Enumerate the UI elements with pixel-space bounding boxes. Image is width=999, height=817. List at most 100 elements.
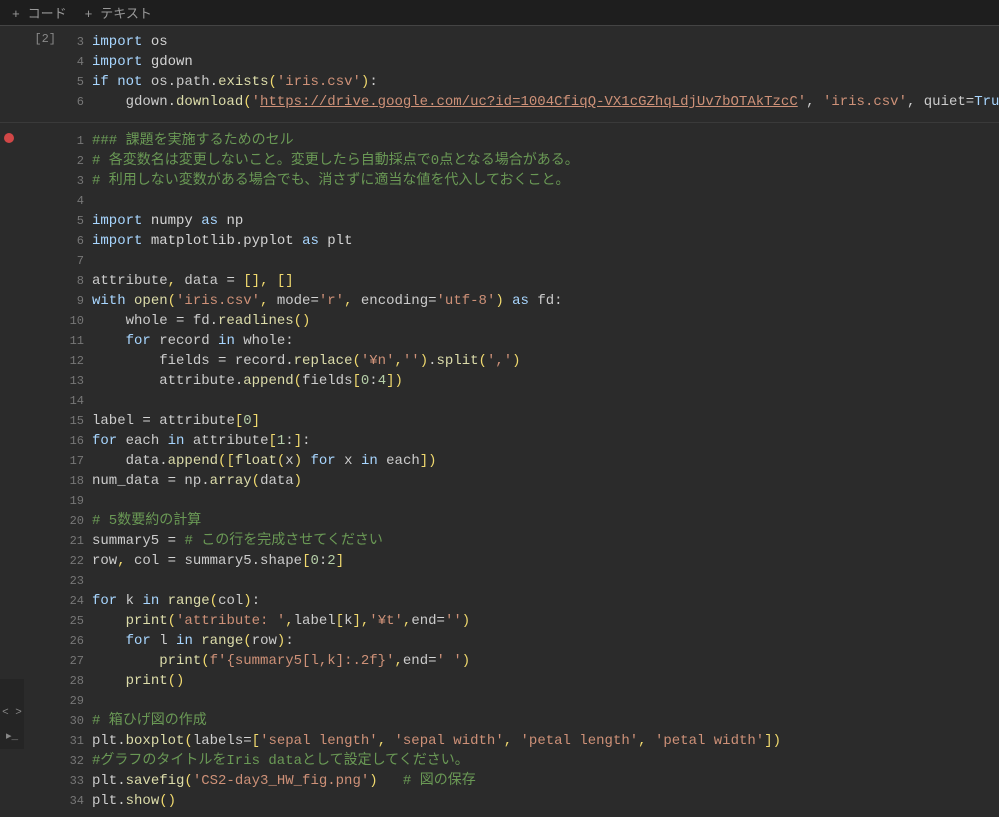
- code-line[interactable]: 14: [66, 391, 999, 411]
- line-number: 7: [66, 251, 92, 271]
- code-content[interactable]: with open('iris.csv', mode='r', encoding…: [92, 291, 999, 311]
- code-line[interactable]: 6import matplotlib.pyplot as plt: [66, 231, 999, 251]
- code-content[interactable]: for each in attribute[1:]:: [92, 431, 999, 451]
- code-content[interactable]: # 各変数名は変更しないこと。変更したら自動採点で0点となる場合がある。: [92, 151, 999, 171]
- code-line[interactable]: 24for k in range(col):: [66, 591, 999, 611]
- line-number: 5: [66, 72, 92, 92]
- code-line[interactable]: 3# 利用しない変数がある場合でも、消さずに適当な値を代入しておくこと。: [66, 171, 999, 191]
- code-content[interactable]: attribute, data = [], []: [92, 271, 999, 291]
- code-line[interactable]: 34plt.show(): [66, 791, 999, 811]
- code-content[interactable]: plt.show(): [92, 791, 999, 811]
- code-content[interactable]: [92, 391, 999, 411]
- code-content[interactable]: [92, 571, 999, 591]
- code-content[interactable]: [92, 491, 999, 511]
- cell-prompt: [2]: [30, 32, 66, 112]
- code-line[interactable]: 25 print('attribute: ',label[k],'¥t',end…: [66, 611, 999, 631]
- code-line[interactable]: 5if not os.path.exists('iris.csv'):: [66, 72, 999, 92]
- code-content[interactable]: attribute.append(fields[0:4]): [92, 371, 999, 391]
- code-content[interactable]: import matplotlib.pyplot as plt: [92, 231, 999, 251]
- code-icon[interactable]: < >: [2, 707, 22, 719]
- line-number: 1: [66, 131, 92, 151]
- code-content[interactable]: fields = record.replace('¥n','').split('…: [92, 351, 999, 371]
- code-cell-2[interactable]: 1### 課題を実施するためのセル2# 各変数名は変更しないこと。変更したら自動…: [0, 122, 999, 817]
- code-content[interactable]: plt.savefig('CS2-day3_HW_fig.png') # 図の保…: [92, 771, 999, 791]
- code-line[interactable]: 9with open('iris.csv', mode='r', encodin…: [66, 291, 999, 311]
- code-content[interactable]: row, col = summary5.shape[0:2]: [92, 551, 999, 571]
- code-line[interactable]: 19: [66, 491, 999, 511]
- code-line[interactable]: 4import gdown: [66, 52, 999, 72]
- code-content[interactable]: if not os.path.exists('iris.csv'):: [92, 72, 999, 92]
- line-number: 10: [66, 311, 92, 331]
- code-content[interactable]: label = attribute[0]: [92, 411, 999, 431]
- code-line[interactable]: 30# 箱ひげ図の作成: [66, 711, 999, 731]
- code-content[interactable]: [92, 191, 999, 211]
- cell-body[interactable]: 3import os4import gdown5if not os.path.e…: [66, 32, 999, 112]
- line-number: 19: [66, 491, 92, 511]
- code-line[interactable]: 10 whole = fd.readlines(): [66, 311, 999, 331]
- line-number: 23: [66, 571, 92, 591]
- line-number: 28: [66, 671, 92, 691]
- code-line[interactable]: 6 gdown.download('https://drive.google.c…: [66, 92, 999, 112]
- code-line[interactable]: 29: [66, 691, 999, 711]
- code-cell-1[interactable]: [2] 3import os4import gdown5if not os.pa…: [0, 26, 999, 118]
- code-content[interactable]: import os: [92, 32, 999, 52]
- line-number: 6: [66, 231, 92, 251]
- code-line[interactable]: 15label = attribute[0]: [66, 411, 999, 431]
- code-line[interactable]: 11 for record in whole:: [66, 331, 999, 351]
- code-content[interactable]: [92, 251, 999, 271]
- code-line[interactable]: 5import numpy as np: [66, 211, 999, 231]
- code-line[interactable]: 16for each in attribute[1:]:: [66, 431, 999, 451]
- code-content[interactable]: for l in range(row):: [92, 631, 999, 651]
- code-line[interactable]: 22row, col = summary5.shape[0:2]: [66, 551, 999, 571]
- code-content[interactable]: print('attribute: ',label[k],'¥t',end=''…: [92, 611, 999, 631]
- code-line[interactable]: 33plt.savefig('CS2-day3_HW_fig.png') # 図…: [66, 771, 999, 791]
- code-content[interactable]: num_data = np.array(data): [92, 471, 999, 491]
- code-content[interactable]: # 利用しない変数がある場合でも、消さずに適当な値を代入しておくこと。: [92, 171, 999, 191]
- code-content[interactable]: summary5 = # この行を完成させてください: [92, 531, 999, 551]
- code-line[interactable]: 21summary5 = # この行を完成させてください: [66, 531, 999, 551]
- code-content[interactable]: #グラフのタイトルをIris dataとして設定してください。: [92, 751, 999, 771]
- code-content[interactable]: # 箱ひげ図の作成: [92, 711, 999, 731]
- code-content[interactable]: print(f'{summary5[l,k]:.2f}',end=' '): [92, 651, 999, 671]
- code-line[interactable]: 7: [66, 251, 999, 271]
- code-content[interactable]: gdown.download('https://drive.google.com…: [92, 92, 999, 112]
- code-line[interactable]: 28 print(): [66, 671, 999, 691]
- code-content[interactable]: # 5数要約の計算: [92, 511, 999, 531]
- code-content[interactable]: data.append([float(x) for x in each]): [92, 451, 999, 471]
- code-line[interactable]: 20# 5数要約の計算: [66, 511, 999, 531]
- code-content[interactable]: whole = fd.readlines(): [92, 311, 999, 331]
- code-line[interactable]: 8attribute, data = [], []: [66, 271, 999, 291]
- code-line[interactable]: 4: [66, 191, 999, 211]
- left-sidebar: < > ▸_: [0, 679, 24, 749]
- cell-body[interactable]: 1### 課題を実施するためのセル2# 各変数名は変更しないこと。変更したら自動…: [66, 131, 999, 811]
- code-line[interactable]: 3import os: [66, 32, 999, 52]
- code-line[interactable]: 13 attribute.append(fields[0:4]): [66, 371, 999, 391]
- code-line[interactable]: 17 data.append([float(x) for x in each]): [66, 451, 999, 471]
- code-line[interactable]: 18num_data = np.array(data): [66, 471, 999, 491]
- line-number: 22: [66, 551, 92, 571]
- code-line[interactable]: 2# 各変数名は変更しないこと。変更したら自動採点で0点となる場合がある。: [66, 151, 999, 171]
- code-line[interactable]: 27 print(f'{summary5[l,k]:.2f}',end=' '): [66, 651, 999, 671]
- code-line[interactable]: 26 for l in range(row):: [66, 631, 999, 651]
- line-number: 18: [66, 471, 92, 491]
- code-content[interactable]: plt.boxplot(labels=['sepal length', 'sep…: [92, 731, 999, 751]
- line-number: 15: [66, 411, 92, 431]
- line-number: 21: [66, 531, 92, 551]
- code-line[interactable]: 32#グラフのタイトルをIris dataとして設定してください。: [66, 751, 999, 771]
- add-text-button[interactable]: + テキスト: [85, 3, 152, 22]
- code-content[interactable]: for record in whole:: [92, 331, 999, 351]
- add-code-button[interactable]: + コード: [12, 3, 67, 22]
- code-content[interactable]: [92, 691, 999, 711]
- code-line[interactable]: 12 fields = record.replace('¥n','').spli…: [66, 351, 999, 371]
- code-content[interactable]: ### 課題を実施するためのセル: [92, 131, 999, 151]
- terminal-icon[interactable]: ▸_: [6, 729, 18, 743]
- code-content[interactable]: print(): [92, 671, 999, 691]
- code-line[interactable]: 23: [66, 571, 999, 591]
- code-content[interactable]: import numpy as np: [92, 211, 999, 231]
- code-content[interactable]: for k in range(col):: [92, 591, 999, 611]
- code-line[interactable]: 31plt.boxplot(labels=['sepal length', 's…: [66, 731, 999, 751]
- code-line[interactable]: 1### 課題を実施するためのセル: [66, 131, 999, 151]
- line-number: 24: [66, 591, 92, 611]
- line-number: 4: [66, 52, 92, 72]
- code-content[interactable]: import gdown: [92, 52, 999, 72]
